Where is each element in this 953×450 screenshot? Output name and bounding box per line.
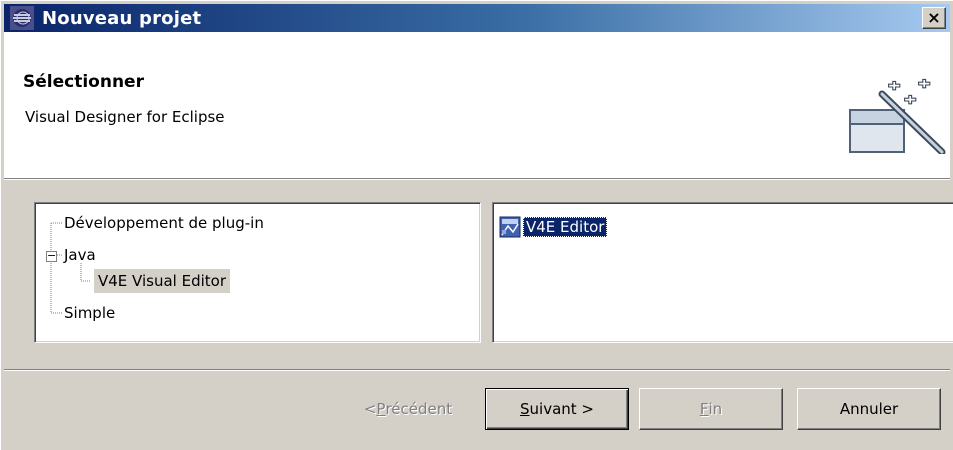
page-title: Sélectionner	[23, 72, 144, 92]
wizard-header: Sélectionner Visual Designer for Eclipse	[4, 32, 950, 178]
list-item-label: V4E Editor	[523, 217, 608, 237]
finish-button-label: in	[708, 400, 723, 418]
cancel-button-label: Annuler	[839, 400, 899, 418]
new-wizard-icon	[849, 78, 946, 154]
next-button-label: uivant >	[529, 400, 594, 418]
next-button-mnemonic: S	[520, 400, 530, 418]
title-bar[interactable]: Nouveau projet ×	[4, 4, 950, 32]
header-separator	[4, 178, 950, 180]
finish-button-mnemonic: F	[699, 400, 709, 418]
window-title: Nouveau projet	[42, 7, 202, 29]
eclipse-icon	[10, 6, 34, 30]
next-button[interactable]: Suivant >	[485, 388, 629, 430]
page-description: Visual Designer for Eclipse	[25, 108, 225, 126]
list-item-v4e-editor[interactable]: V4E Editor	[499, 215, 608, 239]
tree-item-v4e-visual-editor[interactable]: V4E Visual Editor	[94, 269, 230, 293]
wizard-list[interactable]: V4E Editor	[492, 202, 953, 343]
tree-item-simple[interactable]: Simple	[64, 301, 115, 325]
category-tree[interactable]: − Développement de plug-in Java V4E Visu…	[34, 202, 481, 343]
previous-button-prefix: <	[363, 400, 377, 418]
tree-item-java[interactable]: Java	[64, 243, 96, 267]
close-button[interactable]: ×	[922, 7, 946, 29]
footer-separator	[4, 369, 950, 371]
close-icon: ×	[927, 8, 941, 27]
previous-button-label: récédent	[385, 400, 453, 418]
tree-item-plugin-dev[interactable]: Développement de plug-in	[64, 211, 264, 235]
finish-button[interactable]: Fin	[639, 388, 783, 430]
collapse-icon[interactable]: −	[46, 250, 57, 262]
new-project-dialog: Nouveau projet × Sélectionner Visual Des…	[0, 0, 953, 450]
previous-button-mnemonic: P	[376, 400, 386, 418]
editor-icon	[499, 216, 521, 238]
previous-button[interactable]: < Précédent	[336, 388, 480, 430]
cancel-button[interactable]: Annuler	[797, 388, 941, 430]
